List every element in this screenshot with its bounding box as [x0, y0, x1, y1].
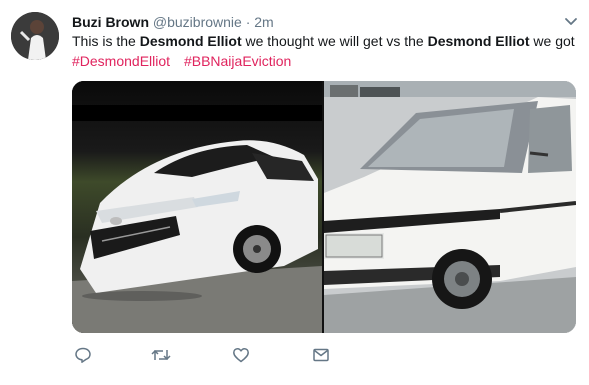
- separator-dot: ·: [245, 14, 251, 30]
- avatar-photo-icon: [11, 12, 59, 60]
- hashtag-link[interactable]: #BBNaijaEviction: [184, 53, 291, 69]
- tweet-text: This is the Desmond Elliot we thought we…: [72, 31, 577, 51]
- tweet-actions: [72, 344, 577, 368]
- text-segment: we got: [529, 33, 575, 49]
- photo-old-sedan[interactable]: [324, 81, 576, 333]
- media-grid[interactable]: [72, 81, 576, 333]
- timestamp[interactable]: 2m: [254, 14, 273, 30]
- avatar[interactable]: [11, 12, 59, 60]
- text-bold-name: Desmond Elliot: [139, 33, 242, 49]
- reply-icon[interactable]: [74, 346, 92, 364]
- tweet-card: Buzi Brown @buzibrownie · 2m This is the…: [0, 0, 589, 385]
- text-bold-name: Desmond Elliot: [427, 33, 530, 49]
- envelope-icon[interactable]: [312, 346, 330, 364]
- retweet-icon[interactable]: [150, 346, 172, 364]
- heart-icon[interactable]: [232, 346, 250, 364]
- display-name[interactable]: Buzi Brown: [72, 14, 149, 30]
- text-segment: we thought we will get vs the: [241, 33, 428, 49]
- user-handle[interactable]: @buzibrownie: [153, 14, 242, 30]
- photo-new-sedan[interactable]: [72, 81, 322, 333]
- hashtag-link[interactable]: #DesmondElliot: [72, 53, 170, 69]
- text-segment: This is the: [72, 33, 140, 49]
- hashtag-list: #DesmondElliot #BBNaijaEviction: [72, 52, 301, 70]
- tweet-header: Buzi Brown @buzibrownie · 2m: [72, 13, 274, 31]
- chevron-down-icon[interactable]: [563, 13, 579, 29]
